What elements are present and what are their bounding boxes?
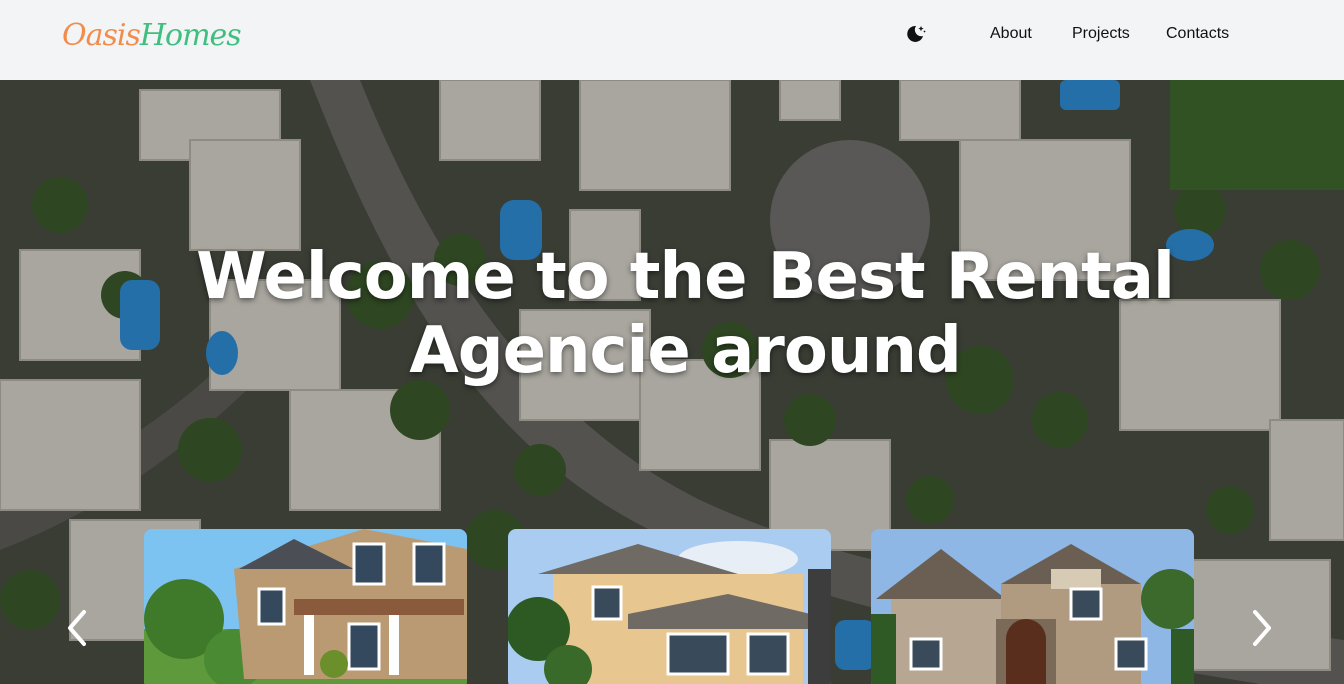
nav-contacts[interactable]: Contacts — [1166, 22, 1229, 46]
property-card-3[interactable] — [871, 529, 1194, 684]
property-card-2[interactable] — [508, 529, 831, 684]
nav-projects[interactable]: Projects — [1072, 22, 1130, 46]
hero-title: Welcome to the Best Rental Agencie aroun… — [196, 240, 1175, 388]
house-photo-1 — [144, 529, 467, 684]
brand-part-2: Homes — [139, 18, 242, 53]
moon-icon[interactable] — [903, 22, 927, 46]
house-photo-2 — [508, 529, 831, 684]
property-card-1[interactable] — [144, 529, 467, 684]
house-photo-3 — [871, 529, 1194, 684]
chevron-left-icon[interactable] — [64, 608, 94, 648]
nav-about[interactable]: About — [990, 22, 1032, 46]
chevron-right-icon[interactable] — [1245, 608, 1275, 648]
navbar: OasisHomes About Projects Contacts — [0, 0, 1344, 80]
brand-logo[interactable]: OasisHomes — [62, 14, 242, 58]
brand-part-1: Oasis — [62, 18, 141, 53]
hero-section: Welcome to the Best Rental Agencie aroun… — [0, 80, 1344, 684]
